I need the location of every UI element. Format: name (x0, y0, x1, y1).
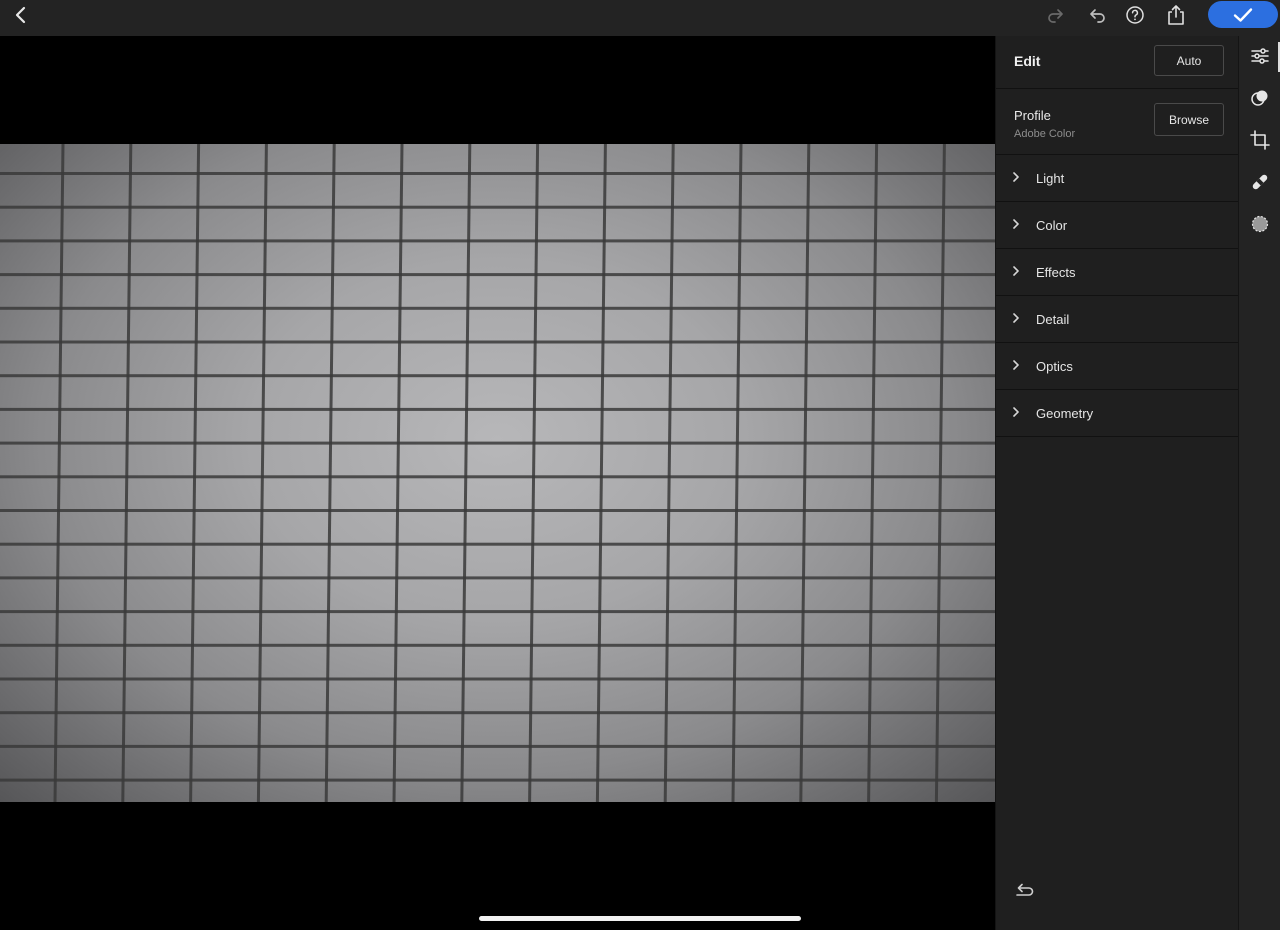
edit-sliders-icon[interactable] (1247, 43, 1273, 69)
photo-preview[interactable] (0, 144, 995, 802)
section-label: Detail (1036, 312, 1070, 327)
profile-row[interactable]: Profile Adobe Color Browse (996, 89, 1239, 155)
done-button[interactable] (1208, 1, 1278, 28)
chevron-right-icon (1013, 360, 1019, 370)
section-light[interactable]: Light (996, 155, 1239, 202)
section-effects[interactable]: Effects (996, 249, 1239, 296)
top-bar (0, 0, 1280, 37)
healing-icon[interactable] (1247, 169, 1273, 195)
section-label: Light (1036, 171, 1065, 186)
selective-icon[interactable] (1247, 211, 1273, 237)
profile-label: Profile (1014, 108, 1051, 123)
crop-icon[interactable] (1247, 127, 1273, 153)
browse-button[interactable]: Browse (1154, 103, 1224, 136)
reset-icon[interactable] (1014, 882, 1036, 900)
photo-editor-app: Edit Auto Profile Adobe Color Browse Lig… (0, 0, 1280, 930)
checkmark-icon (1233, 7, 1253, 22)
edit-panel: Edit Auto Profile Adobe Color Browse Lig… (995, 36, 1239, 930)
section-geometry[interactable]: Geometry (996, 390, 1239, 437)
help-icon[interactable] (1120, 0, 1150, 30)
auto-button[interactable]: Auto (1154, 45, 1224, 76)
section-label: Geometry (1036, 406, 1094, 421)
share-icon[interactable] (1161, 0, 1191, 30)
chevron-right-icon (1013, 313, 1019, 323)
chevron-right-icon (1013, 219, 1019, 229)
chevron-right-icon (1013, 266, 1019, 276)
profile-value: Adobe Color (1014, 128, 1076, 140)
section-label: Color (1036, 218, 1068, 233)
tile-wall-image (0, 144, 995, 802)
redo-icon[interactable] (1041, 0, 1071, 30)
section-optics[interactable]: Optics (996, 343, 1239, 390)
chevron-right-icon (1013, 407, 1019, 417)
photo-canvas[interactable] (0, 36, 995, 930)
masking-icon[interactable] (1247, 85, 1273, 111)
undo-icon[interactable] (1082, 0, 1112, 30)
chevron-right-icon (1013, 172, 1019, 182)
section-color[interactable]: Color (996, 202, 1239, 249)
chevron-left-icon[interactable] (6, 0, 36, 30)
home-indicator (479, 916, 801, 921)
section-label: Effects (1036, 265, 1076, 280)
section-label: Optics (1036, 359, 1073, 374)
section-detail[interactable]: Detail (996, 296, 1239, 343)
panel-title: Edit (1014, 53, 1041, 69)
tool-rail (1238, 36, 1280, 930)
panel-header: Edit Auto (996, 36, 1239, 89)
